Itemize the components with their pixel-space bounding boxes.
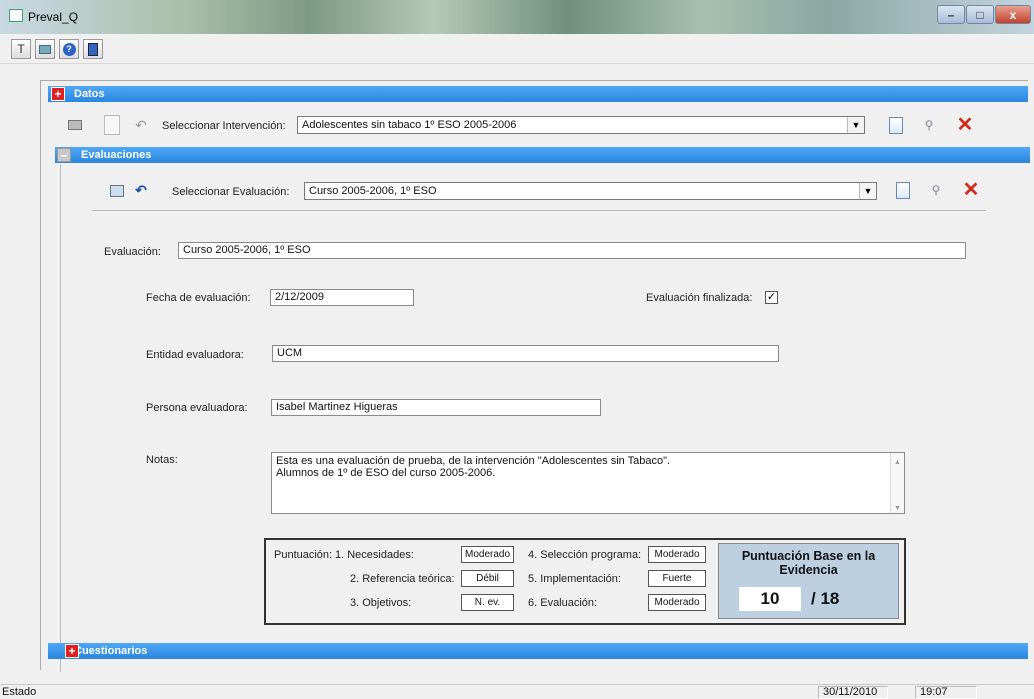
notas-line-1: Esta es una evaluación de prueba, de la …	[276, 455, 671, 467]
image-icon[interactable]	[35, 39, 55, 59]
window-title: Preval_Q	[28, 10, 79, 24]
datos-section-title: Datos	[74, 88, 105, 100]
toolbar: T ?	[0, 34, 1034, 64]
undo-icon[interactable]: ↶	[131, 180, 151, 200]
new-document-icon[interactable]	[886, 115, 906, 135]
puntuacion-panel: Puntuación: 1. Necesidades: Moderado 2. …	[264, 538, 906, 625]
status-date: 30/11/2010	[818, 686, 888, 699]
fecha-label: Fecha de evaluación:	[146, 292, 251, 304]
datos-section-header[interactable]: Datos	[48, 86, 1028, 102]
score-value-1: Moderado	[461, 546, 514, 563]
puntuacion-label: Puntuación:	[274, 549, 333, 561]
score-label-5: 5. Implementación:	[528, 573, 621, 585]
finalizada-label: Evaluación finalizada:	[646, 292, 753, 304]
score-label-4: 4. Selección programa:	[528, 549, 642, 561]
intervencion-select[interactable]: Adolescentes sin tabaco 1º ESO 2005-2006…	[297, 116, 865, 134]
entidad-field[interactable]: UCM	[272, 345, 779, 362]
evaluacion-field[interactable]: Curso 2005-2006, 1º ESO	[178, 242, 966, 259]
persona-label: Persona evaluadora:	[146, 402, 248, 414]
print-icon[interactable]	[65, 115, 85, 135]
close-window-button[interactable]: x	[995, 5, 1031, 24]
exit-icon[interactable]	[83, 39, 103, 59]
expand-datos-icon[interactable]: +	[51, 87, 65, 101]
help-icon[interactable]: ?	[59, 39, 79, 59]
tools-icon[interactable]: T	[11, 39, 31, 59]
delete-icon[interactable]: ✕	[961, 180, 981, 200]
status-bar: Estado 30/11/2010 19:07	[0, 684, 1034, 699]
blank-button[interactable]	[104, 115, 120, 135]
base-score-title: Puntuación Base en la Evidencia	[741, 549, 876, 577]
title-bar: Preval_Q – □ x	[0, 0, 1034, 34]
fecha-field[interactable]: 2/12/2009	[270, 289, 414, 306]
maximize-button[interactable]: □	[966, 5, 994, 24]
chevron-down-icon[interactable]: ▼	[859, 183, 876, 199]
notas-textarea[interactable]: Esta es una evaluación de prueba, de la …	[271, 452, 905, 514]
binoculars-icon[interactable]: ⚲	[919, 115, 939, 135]
delete-icon[interactable]: ✕	[955, 115, 975, 135]
score-value-3: N. ev.	[461, 594, 514, 611]
score-value-2: Débil	[461, 570, 514, 587]
evaluacion-select-value: Curso 2005-2006, 1º ESO	[309, 185, 437, 197]
cuestionarios-section-title: Cuestionarios	[74, 645, 148, 657]
score-value-4: Moderado	[648, 546, 706, 563]
cuestionarios-section-header[interactable]: Cuestionarios	[48, 643, 1028, 659]
score-value-5: Fuerte	[648, 570, 706, 587]
minimize-button[interactable]: –	[937, 5, 965, 24]
notas-scrollbar[interactable]: ▲ ▼	[890, 453, 904, 513]
status-time: 19:07	[915, 686, 977, 699]
entidad-label: Entidad evaluadora:	[146, 349, 244, 361]
app-icon	[9, 9, 23, 22]
expand-cuestionarios-icon[interactable]: +	[65, 644, 79, 658]
score-value-6: Moderado	[648, 594, 706, 611]
score-label-1: 1. Necesidades:	[335, 549, 414, 561]
persona-field[interactable]: Isabel Martinez Higueras	[271, 399, 601, 416]
evaluaciones-section-title: Evaluaciones	[81, 149, 152, 161]
intervencion-select-value: Adolescentes sin tabaco 1º ESO 2005-2006	[302, 119, 517, 131]
score-label-2: 2. Referencia teórica:	[350, 573, 455, 585]
score-label-3: 3. Objetivos:	[350, 597, 412, 609]
select-intervencion-label: Seleccionar Intervención:	[162, 120, 286, 132]
binoculars-icon[interactable]: ⚲	[926, 180, 946, 200]
select-evaluacion-label: Seleccionar Evaluación:	[172, 186, 290, 198]
undo-icon[interactable]: ↶	[131, 115, 151, 135]
evaluaciones-section-header[interactable]: Evaluaciones	[55, 147, 1030, 163]
scroll-up-icon[interactable]: ▲	[891, 457, 904, 469]
base-score-value: 10	[739, 587, 801, 611]
score-label-6: 6. Evaluación:	[528, 597, 598, 609]
divider	[92, 210, 986, 211]
evaluacion-label: Evaluación:	[104, 246, 161, 258]
chevron-down-icon[interactable]: ▼	[847, 117, 864, 133]
new-document-icon[interactable]	[893, 180, 913, 200]
notas-line-2: Alumnos de 1º de ESO del curso 2005-2006…	[276, 467, 496, 479]
evaluacion-select[interactable]: Curso 2005-2006, 1º ESO ▼	[304, 182, 877, 200]
collapse-evaluaciones-icon[interactable]: –	[57, 148, 71, 162]
copy-icon[interactable]	[107, 181, 127, 201]
finalizada-checkbox[interactable]: ✓	[765, 291, 778, 304]
scroll-down-icon[interactable]: ▼	[891, 503, 904, 515]
status-text: Estado	[2, 686, 37, 698]
base-score-box: Puntuación Base en la Evidencia 10 / 18	[718, 543, 899, 619]
notas-label: Notas:	[146, 454, 178, 466]
base-score-total: / 18	[811, 589, 840, 608]
